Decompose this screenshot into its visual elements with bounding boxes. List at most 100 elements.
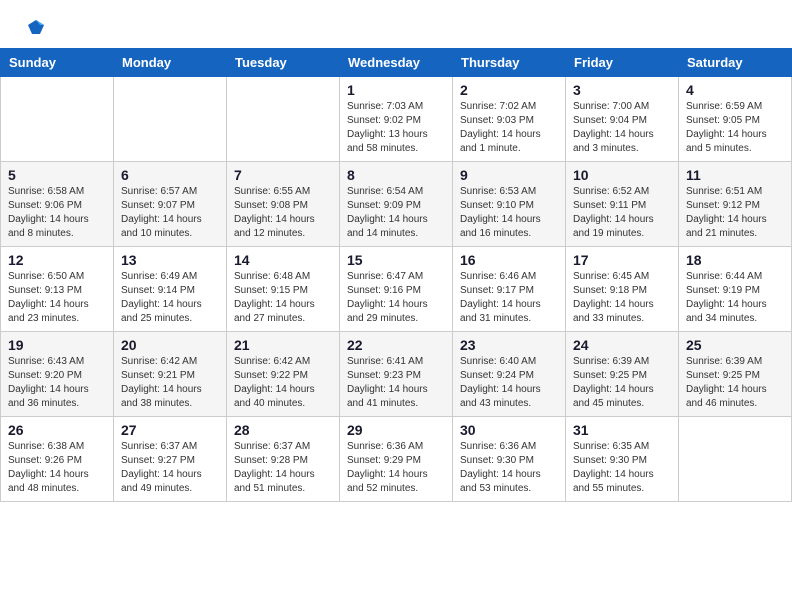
day-number: 27 — [121, 422, 219, 438]
day-info: Sunrise: 6:35 AMSunset: 9:30 PMDaylight:… — [573, 440, 671, 496]
day-number: 12 — [8, 252, 106, 268]
calendar-week-1: 1 Sunrise: 7:03 AMSunset: 9:02 PMDaylight… — [1, 77, 792, 162]
calendar-header-saturday: Saturday — [679, 49, 792, 77]
day-info: Sunrise: 6:40 AMSunset: 9:24 PMDaylight:… — [460, 355, 558, 411]
calendar-cell: 28 Sunrise: 6:37 AMSunset: 9:28 PMDayligh… — [227, 417, 340, 502]
day-number: 24 — [573, 337, 671, 353]
day-info: Sunrise: 6:54 AMSunset: 9:09 PMDaylight:… — [347, 185, 445, 241]
calendar-cell: 25 Sunrise: 6:39 AMSunset: 9:25 PMDayligh… — [679, 332, 792, 417]
day-info: Sunrise: 6:52 AMSunset: 9:11 PMDaylight:… — [573, 185, 671, 241]
calendar-cell: 29 Sunrise: 6:36 AMSunset: 9:29 PMDayligh… — [340, 417, 453, 502]
calendar-cell: 15Sunrise: 6:47 AMSunset: 9:16 PMDayligh… — [340, 247, 453, 332]
calendar-header-sunday: Sunday — [1, 49, 114, 77]
day-number: 7 — [234, 167, 332, 183]
day-number: 18 — [686, 252, 784, 268]
calendar-cell: 8 Sunrise: 6:54 AMSunset: 9:09 PMDaylight… — [340, 162, 453, 247]
day-number: 22 — [347, 337, 445, 353]
day-info: Sunrise: 6:50 AMSunset: 9:13 PMDaylight:… — [8, 270, 106, 326]
calendar-cell: 30 Sunrise: 6:36 AMSunset: 9:30 PMDayligh… — [453, 417, 566, 502]
calendar-cell — [114, 77, 227, 162]
day-number: 30 — [460, 422, 558, 438]
calendar-header-monday: Monday — [114, 49, 227, 77]
day-info: Sunrise: 6:37 AMSunset: 9:28 PMDaylight:… — [234, 440, 332, 496]
day-info: Sunrise: 6:55 AMSunset: 9:08 PMDaylight:… — [234, 185, 332, 241]
calendar-cell: 4 Sunrise: 6:59 AMSunset: 9:05 PMDaylight… — [679, 77, 792, 162]
day-info: Sunrise: 7:03 AMSunset: 9:02 PMDaylight:… — [347, 100, 445, 156]
calendar-cell: 2Sunrise: 7:02 AMSunset: 9:03 PMDaylight… — [453, 77, 566, 162]
day-info: Sunrise: 6:44 AMSunset: 9:19 PMDaylight:… — [686, 270, 784, 326]
logo — [24, 18, 46, 38]
calendar-header-friday: Friday — [566, 49, 679, 77]
calendar-cell: 16Sunrise: 6:46 AMSunset: 9:17 PMDayligh… — [453, 247, 566, 332]
day-info: Sunrise: 6:49 AMSunset: 9:14 PMDaylight:… — [121, 270, 219, 326]
calendar-cell: 14Sunrise: 6:48 AMSunset: 9:15 PMDayligh… — [227, 247, 340, 332]
day-number: 17 — [573, 252, 671, 268]
day-info: Sunrise: 6:39 AMSunset: 9:25 PMDaylight:… — [573, 355, 671, 411]
calendar-cell: 27 Sunrise: 6:37 AMSunset: 9:27 PMDayligh… — [114, 417, 227, 502]
day-number: 26 — [8, 422, 106, 438]
day-number: 2 — [460, 82, 558, 98]
calendar-cell: 9 Sunrise: 6:53 AMSunset: 9:10 PMDaylight… — [453, 162, 566, 247]
day-info: Sunrise: 6:39 AMSunset: 9:25 PMDaylight:… — [686, 355, 784, 411]
day-info: Sunrise: 6:51 AMSunset: 9:12 PMDaylight:… — [686, 185, 784, 241]
day-number: 8 — [347, 167, 445, 183]
day-number: 9 — [460, 167, 558, 183]
day-info: Sunrise: 6:43 AMSunset: 9:20 PMDaylight:… — [8, 355, 106, 411]
calendar-cell: 22Sunrise: 6:41 AMSunset: 9:23 PMDayligh… — [340, 332, 453, 417]
calendar-cell: 21 Sunrise: 6:42 AMSunset: 9:22 PMDayligh… — [227, 332, 340, 417]
day-info: Sunrise: 7:00 AMSunset: 9:04 PMDaylight:… — [573, 100, 671, 156]
day-number: 31 — [573, 422, 671, 438]
day-number: 5 — [8, 167, 106, 183]
calendar-table: SundayMondayTuesdayWednesdayThursdayFrid… — [0, 48, 792, 502]
day-info: Sunrise: 6:53 AMSunset: 9:10 PMDaylight:… — [460, 185, 558, 241]
day-info: Sunrise: 6:42 AMSunset: 9:22 PMDaylight:… — [234, 355, 332, 411]
calendar-cell: 5Sunrise: 6:58 AMSunset: 9:06 PMDaylight… — [1, 162, 114, 247]
day-number: 23 — [460, 337, 558, 353]
day-number: 25 — [686, 337, 784, 353]
calendar-cell: 17 Sunrise: 6:45 AMSunset: 9:18 PMDayligh… — [566, 247, 679, 332]
day-number: 1 — [347, 82, 445, 98]
day-number: 11 — [686, 167, 784, 183]
day-number: 20 — [121, 337, 219, 353]
day-number: 21 — [234, 337, 332, 353]
logo-flag-icon — [26, 18, 46, 38]
calendar-cell: 1 Sunrise: 7:03 AMSunset: 9:02 PMDaylight… — [340, 77, 453, 162]
calendar-cell: 26 Sunrise: 6:38 AMSunset: 9:26 PMDayligh… — [1, 417, 114, 502]
day-number: 29 — [347, 422, 445, 438]
calendar-cell: 7 Sunrise: 6:55 AMSunset: 9:08 PMDaylight… — [227, 162, 340, 247]
calendar-cell: 10 Sunrise: 6:52 AMSunset: 9:11 PMDayligh… — [566, 162, 679, 247]
day-info: Sunrise: 6:37 AMSunset: 9:27 PMDaylight:… — [121, 440, 219, 496]
day-info: Sunrise: 6:36 AMSunset: 9:30 PMDaylight:… — [460, 440, 558, 496]
calendar-cell: 12 Sunrise: 6:50 AMSunset: 9:13 PMDayligh… — [1, 247, 114, 332]
calendar-cell: 19Sunrise: 6:43 AMSunset: 9:20 PMDayligh… — [1, 332, 114, 417]
day-number: 3 — [573, 82, 671, 98]
day-info: Sunrise: 6:59 AMSunset: 9:05 PMDaylight:… — [686, 100, 784, 156]
calendar-header-wednesday: Wednesday — [340, 49, 453, 77]
day-number: 6 — [121, 167, 219, 183]
calendar-cell — [1, 77, 114, 162]
calendar-cell: 24 Sunrise: 6:39 AMSunset: 9:25 PMDayligh… — [566, 332, 679, 417]
day-info: Sunrise: 6:45 AMSunset: 9:18 PMDaylight:… — [573, 270, 671, 326]
calendar-week-2: 5Sunrise: 6:58 AMSunset: 9:06 PMDaylight… — [1, 162, 792, 247]
calendar-cell — [679, 417, 792, 502]
day-number: 15 — [347, 252, 445, 268]
day-info: Sunrise: 6:36 AMSunset: 9:29 PMDaylight:… — [347, 440, 445, 496]
calendar-cell: 6 Sunrise: 6:57 AMSunset: 9:07 PMDaylight… — [114, 162, 227, 247]
calendar-header-thursday: Thursday — [453, 49, 566, 77]
day-number: 28 — [234, 422, 332, 438]
day-info: Sunrise: 6:38 AMSunset: 9:26 PMDaylight:… — [8, 440, 106, 496]
day-number: 10 — [573, 167, 671, 183]
calendar-header-tuesday: Tuesday — [227, 49, 340, 77]
calendar-cell: 11 Sunrise: 6:51 AMSunset: 9:12 PMDayligh… — [679, 162, 792, 247]
calendar-cell: 3 Sunrise: 7:00 AMSunset: 9:04 PMDaylight… — [566, 77, 679, 162]
calendar-cell: 31 Sunrise: 6:35 AMSunset: 9:30 PMDayligh… — [566, 417, 679, 502]
calendar-cell: 18 Sunrise: 6:44 AMSunset: 9:19 PMDayligh… — [679, 247, 792, 332]
calendar-header-row: SundayMondayTuesdayWednesdayThursdayFrid… — [1, 49, 792, 77]
day-info: Sunrise: 6:57 AMSunset: 9:07 PMDaylight:… — [121, 185, 219, 241]
page-header — [0, 0, 792, 48]
day-info: Sunrise: 6:42 AMSunset: 9:21 PMDaylight:… — [121, 355, 219, 411]
calendar-body: 1 Sunrise: 7:03 AMSunset: 9:02 PMDaylight… — [1, 77, 792, 502]
calendar-cell: 23 Sunrise: 6:40 AMSunset: 9:24 PMDayligh… — [453, 332, 566, 417]
day-number: 4 — [686, 82, 784, 98]
calendar-week-3: 12 Sunrise: 6:50 AMSunset: 9:13 PMDayligh… — [1, 247, 792, 332]
